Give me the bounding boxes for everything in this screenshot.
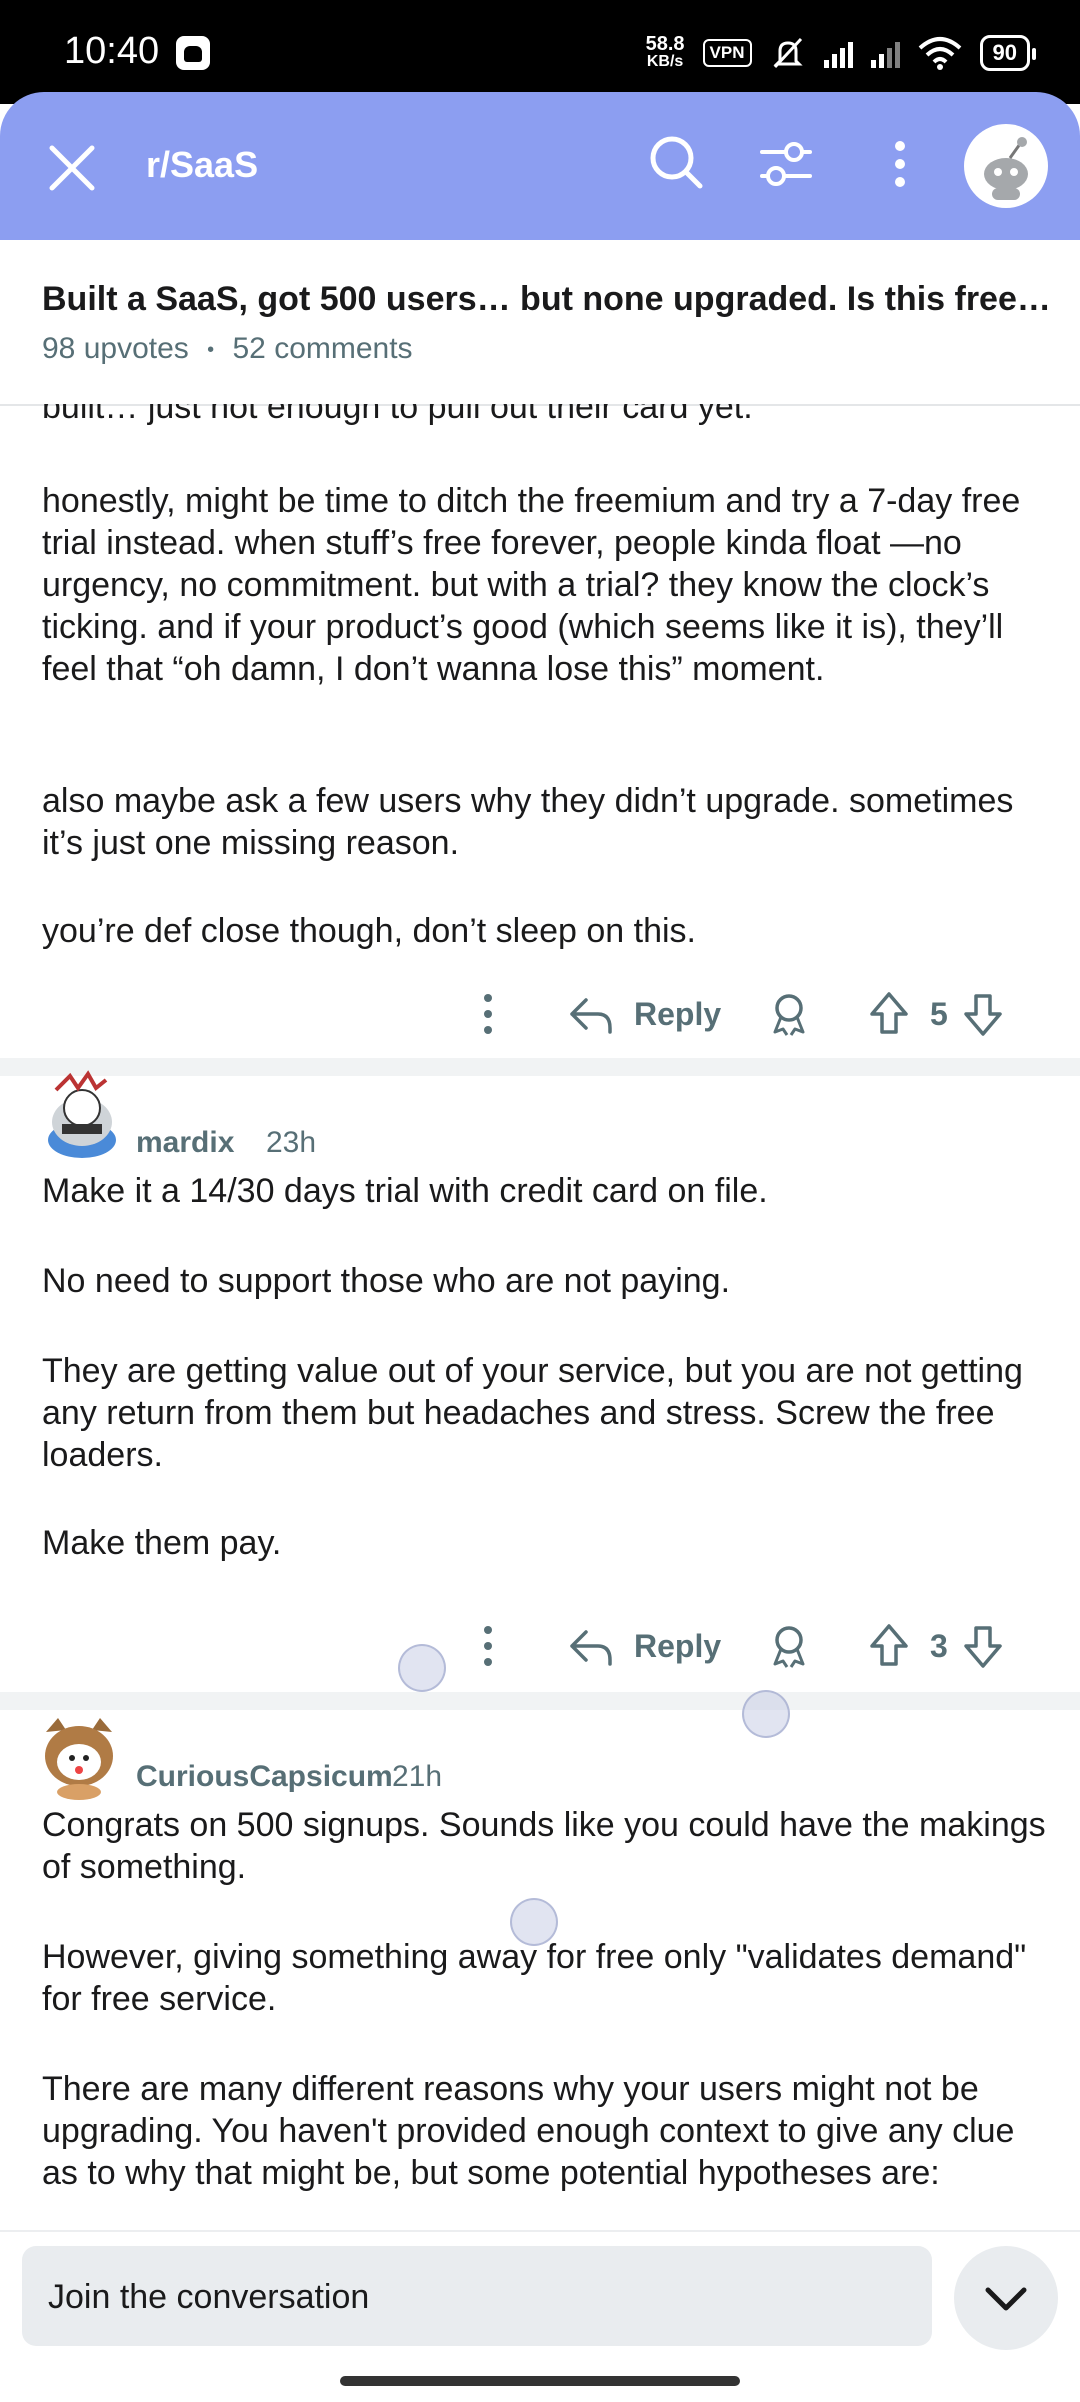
- battery-icon: 90: [979, 35, 1037, 71]
- comment-actions: Reply 5: [460, 984, 1040, 1044]
- reply-button[interactable]: Reply: [634, 1628, 721, 1665]
- net-speed-unit: KB/s: [646, 53, 684, 70]
- bottom-bar: Join the conversation: [0, 2230, 1080, 2402]
- reply-icon[interactable]: [566, 984, 616, 1044]
- downvote-icon[interactable]: [960, 1616, 1006, 1676]
- upvote-icon[interactable]: [866, 984, 912, 1044]
- comment-divider: [0, 1692, 1080, 1710]
- mardix-avatar[interactable]: [34, 1070, 124, 1160]
- award-icon[interactable]: [764, 1616, 814, 1676]
- status-time: 10:40: [64, 30, 160, 72]
- comment-paragraph: you’re def close though, don’t sleep on …: [42, 912, 696, 950]
- join-conversation-placeholder: Join the conversation: [48, 2278, 370, 2316]
- comment-paragraph: They are getting value out of your servi…: [42, 1352, 1023, 1474]
- comment-author[interactable]: mardix: [136, 1126, 234, 1160]
- curiouscapsicum-avatar[interactable]: [34, 1710, 124, 1800]
- more-vertical-icon[interactable]: [460, 984, 516, 1044]
- user-avatar[interactable]: [964, 124, 1048, 208]
- comments-list[interactable]: built… just not enough to pull out their…: [0, 404, 1080, 2230]
- reply-icon[interactable]: [566, 1616, 616, 1676]
- comment-actions: Reply 3: [460, 1616, 1040, 1676]
- filter-icon[interactable]: [756, 134, 816, 194]
- vpn-icon: VPN: [702, 39, 752, 67]
- subreddit-title[interactable]: r/SaaS: [146, 144, 258, 186]
- touch-indicator: [510, 1898, 558, 1946]
- post-comments-count: 52 comments: [232, 332, 413, 365]
- upvote-icon[interactable]: [866, 1616, 912, 1676]
- more-vertical-icon[interactable]: [870, 134, 930, 194]
- post-upvotes: 98 upvotes: [42, 332, 189, 365]
- chevron-down-icon: [985, 2287, 1027, 2311]
- comment-author[interactable]: CuriousCapsicum: [136, 1760, 393, 1794]
- vote-score: 5: [930, 996, 948, 1032]
- signal-icon-1: [823, 38, 853, 68]
- app-header: r/SaaS: [0, 92, 1080, 240]
- comment-paragraph: Make it a 14/30 days trial with credit c…: [42, 1172, 768, 1210]
- net-speed: 58.8 KB/s: [645, 33, 685, 70]
- search-icon[interactable]: [646, 132, 706, 192]
- comment-divider: [0, 1058, 1080, 1076]
- touch-indicator: [742, 1690, 790, 1738]
- comment-paragraph: Congrats on 500 signups. Sounds like you…: [42, 1806, 1046, 1886]
- signal-icon-2: [870, 38, 900, 68]
- post-title[interactable]: Built a SaaS, got 500 users… but none up…: [42, 280, 1051, 319]
- comment-paragraph: also maybe ask a few users why they didn…: [42, 782, 1014, 862]
- comment-time: 21h: [392, 1760, 443, 1793]
- touch-indicator: [398, 1644, 446, 1692]
- status-icons: 58.8 KB/s VPN 90: [645, 28, 1037, 78]
- comment-text-truncated: built… just not enough to pull out their…: [42, 404, 753, 426]
- more-vertical-icon[interactable]: [460, 1616, 516, 1676]
- reply-button[interactable]: Reply: [634, 996, 721, 1033]
- comment-paragraph: No need to support those who are not pay…: [42, 1262, 731, 1300]
- collapse-button[interactable]: [954, 2246, 1058, 2350]
- post-meta: 98 upvotes • 52 comments: [42, 332, 413, 366]
- comment-paragraph: honestly, might be time to ditch the fre…: [42, 482, 1021, 688]
- wifi-icon: [918, 37, 961, 70]
- mute-icon: [772, 37, 803, 69]
- join-conversation-input[interactable]: Join the conversation: [22, 2246, 932, 2346]
- meta-separator: •: [207, 338, 215, 361]
- comment-paragraph: However, giving something away for free …: [42, 1938, 1027, 2018]
- award-icon[interactable]: [764, 984, 814, 1044]
- close-icon[interactable]: [44, 140, 100, 196]
- notification-icon: [176, 36, 210, 70]
- net-speed-value: 58.8: [645, 33, 685, 55]
- status-bar: 10:40 58.8 KB/s VPN 90: [0, 0, 1080, 104]
- vote-score: 3: [930, 1628, 948, 1664]
- comment-paragraph: There are many different reasons why you…: [42, 2070, 1015, 2192]
- post-header[interactable]: Built a SaaS, got 500 users… but none up…: [0, 240, 1080, 406]
- comment-time: 23h: [266, 1126, 317, 1159]
- downvote-icon[interactable]: [960, 984, 1006, 1044]
- snoo-avatar-icon: [984, 137, 1028, 200]
- comment-paragraph: Make them pay.: [42, 1524, 282, 1562]
- home-indicator[interactable]: [340, 2376, 740, 2386]
